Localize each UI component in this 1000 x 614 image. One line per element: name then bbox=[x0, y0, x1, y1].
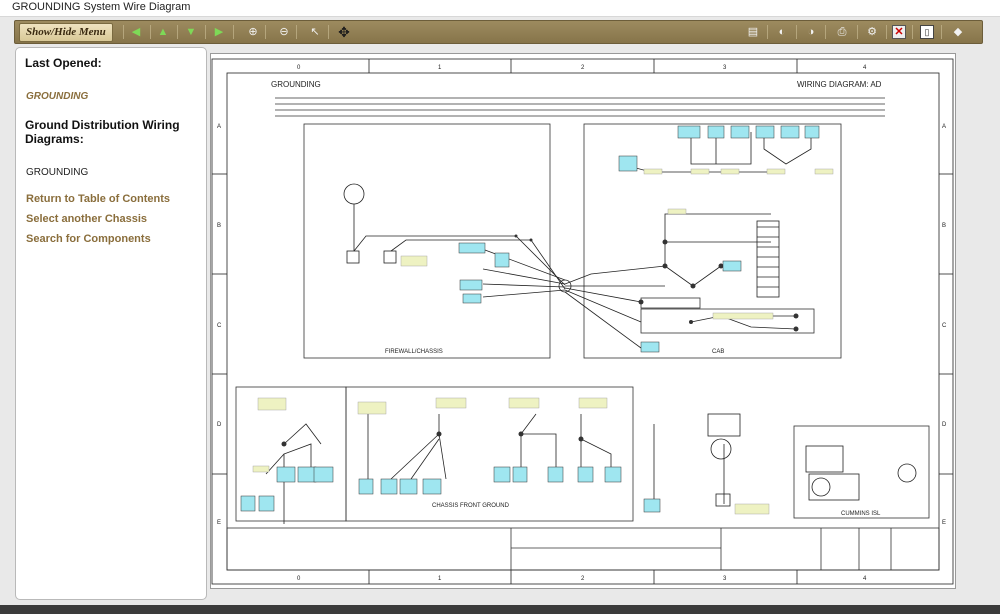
settings-icon[interactable]: ⚙ bbox=[864, 24, 880, 40]
row-label: E bbox=[942, 520, 946, 526]
legend-icon[interactable]: ▤ bbox=[745, 24, 761, 40]
col-label: 4 bbox=[863, 576, 867, 582]
back-arrow-icon[interactable]: ◀ bbox=[128, 24, 144, 40]
toolbar-separator bbox=[886, 25, 887, 39]
toolbar-separator bbox=[796, 25, 797, 39]
col-label: 2 bbox=[581, 65, 585, 71]
window-titlebar: GROUNDING System Wire Diagram bbox=[0, 0, 1000, 17]
toolbar-separator bbox=[177, 25, 178, 39]
pointer-icon[interactable]: ↖ bbox=[307, 24, 323, 40]
search-components-link[interactable]: Search for Components bbox=[26, 233, 151, 245]
toolbar-separator bbox=[205, 25, 206, 39]
panel-label-cab: CAB bbox=[712, 349, 724, 355]
col-label: 1 bbox=[438, 576, 442, 582]
wiring-diagram-canvas[interactable]: 0 1 2 3 4 0 1 2 3 4 A B C D E A B C D E … bbox=[211, 54, 955, 588]
toolbar-separator bbox=[233, 25, 234, 39]
col-label: 4 bbox=[863, 65, 867, 71]
diagram-inner-frame bbox=[226, 72, 940, 571]
row-label: A bbox=[217, 124, 221, 130]
diagram-code: WIRING DIAGRAM: AD bbox=[797, 80, 882, 89]
previous-icon[interactable]: ◐ bbox=[774, 24, 790, 40]
next-icon[interactable]: ◑ bbox=[803, 24, 819, 40]
row-label: A bbox=[942, 124, 946, 130]
panel-firewall-chassis bbox=[303, 123, 551, 359]
zoom-out-icon[interactable]: ⊖ bbox=[276, 24, 292, 40]
toolbar-separator bbox=[328, 25, 329, 39]
col-label: 3 bbox=[723, 576, 727, 582]
col-label: 0 bbox=[297, 65, 301, 71]
window-icon[interactable]: ▯ bbox=[920, 25, 934, 39]
row-label: E bbox=[217, 520, 221, 526]
row-label: C bbox=[217, 323, 222, 329]
current-diagram-item: GROUNDING bbox=[26, 167, 89, 178]
toolbar-separator bbox=[825, 25, 826, 39]
last-opened-heading: Last Opened: bbox=[25, 56, 102, 70]
toolbar-separator bbox=[912, 25, 913, 39]
toolbar-separator bbox=[941, 25, 942, 39]
return-to-toc-link[interactable]: Return to Table of Contents bbox=[26, 193, 170, 205]
forward-arrow-icon[interactable]: ▶ bbox=[211, 24, 227, 40]
panel-label-front-ground: CHASSIS FRONT GROUND bbox=[432, 503, 510, 509]
window-title: GROUNDING System Wire Diagram bbox=[12, 1, 191, 13]
toolbar-separator bbox=[857, 25, 858, 39]
down-arrow-icon[interactable]: ▼ bbox=[183, 24, 199, 40]
toolbar-separator bbox=[265, 25, 266, 39]
wiring-diagram-viewport[interactable]: 0 1 2 3 4 0 1 2 3 4 A B C D E A B C D E … bbox=[210, 53, 956, 589]
diagram-outer-frame bbox=[211, 58, 954, 585]
zoom-in-icon[interactable]: ⊕ bbox=[245, 24, 261, 40]
select-chassis-link[interactable]: Select another Chassis bbox=[26, 213, 147, 225]
up-arrow-icon[interactable]: ▲ bbox=[155, 24, 171, 40]
row-label: B bbox=[942, 223, 946, 229]
last-opened-item[interactable]: GROUNDING bbox=[26, 91, 88, 102]
show-hide-menu-button[interactable]: Show/Hide Menu bbox=[19, 23, 113, 42]
bottom-bar bbox=[0, 605, 1000, 614]
panel-label-cummins: CUMMINS ISL bbox=[841, 511, 881, 517]
col-label: 0 bbox=[297, 576, 301, 582]
row-label: C bbox=[942, 323, 947, 329]
section-heading: Ground Distribution Wiring Diagrams: bbox=[25, 118, 180, 146]
print-icon[interactable]: ⎙ bbox=[834, 24, 850, 40]
row-label: D bbox=[217, 422, 222, 428]
col-label: 3 bbox=[723, 65, 727, 71]
close-red-icon[interactable]: ✕ bbox=[892, 25, 906, 39]
row-label: B bbox=[217, 223, 221, 229]
toolbar-separator bbox=[150, 25, 151, 39]
toolbar-separator bbox=[123, 25, 124, 39]
col-label: 1 bbox=[438, 65, 442, 71]
home-icon[interactable]: ◆ bbox=[950, 24, 966, 40]
diagram-toolbar: Show/Hide Menu ◀ ▲ ▼ ▶ ⊕ ⊖ ↖ ✥ ▤ ◐ ◑ ⎙ ⚙… bbox=[14, 20, 983, 44]
col-label: 2 bbox=[581, 576, 585, 582]
toolbar-separator bbox=[767, 25, 768, 39]
sidebar-menu: Last Opened: GROUNDING Ground Distributi… bbox=[15, 47, 207, 600]
toolbar-separator bbox=[296, 25, 297, 39]
row-label: D bbox=[942, 422, 947, 428]
pan-move-icon[interactable]: ✥ bbox=[336, 24, 352, 40]
diagram-title: GROUNDING bbox=[271, 80, 321, 89]
panel-label-firewall: FIREWALL/CHASSIS bbox=[385, 349, 443, 355]
